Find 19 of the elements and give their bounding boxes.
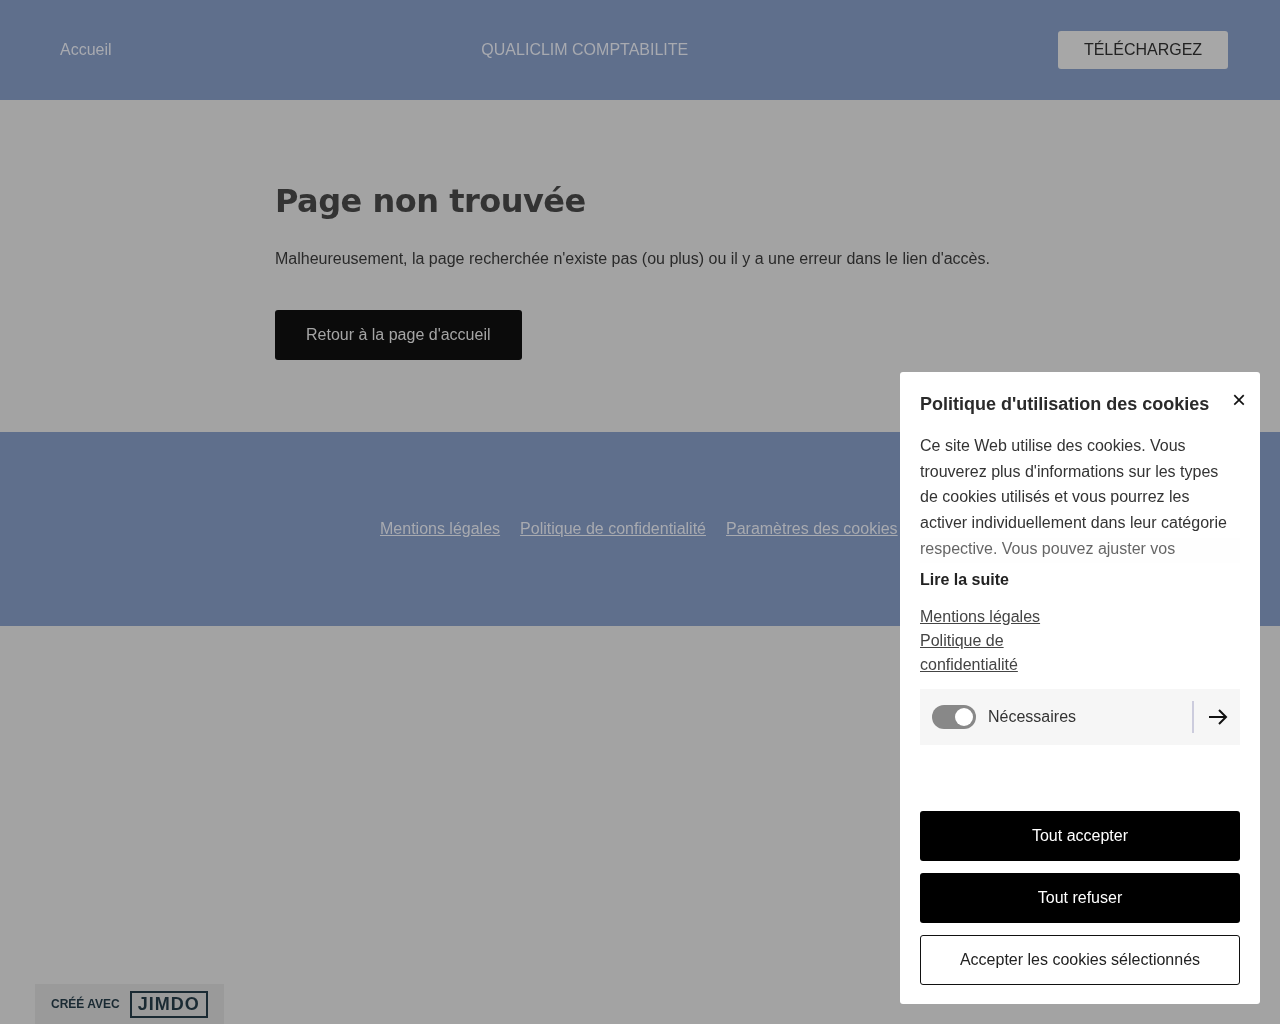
dialog-text: Ce site Web utilise des cookies. Vous trouverez plus d'informations sur les types de cookies utilisés et vous pourrez les activer individuellement dans leur catégorie respective. Vous pouvez ajuster vos bbox=[920, 436, 1228, 559]
jimdo-badge[interactable]: CRÉÉ AVEC JIMDO bbox=[35, 984, 224, 1024]
consent-button[interactable]: Tout refuser bbox=[920, 873, 1240, 923]
consent-button[interactable]: Tout accepter bbox=[920, 811, 1240, 861]
arrow-right-icon[interactable] bbox=[1192, 701, 1228, 733]
policy-link[interactable]: Politique de confidentialité bbox=[920, 629, 1100, 677]
brand-logo: JIMDO bbox=[129, 990, 208, 1018]
download-button[interactable]: TÉLÉCHARGEZ bbox=[1058, 31, 1228, 69]
policy-link[interactable]: Mentions légales bbox=[920, 605, 1041, 629]
category-label: Nécessaires bbox=[988, 708, 1078, 726]
site-title: QUALICLIM COMPTABILITE bbox=[481, 41, 689, 59]
accept-selected-button[interactable]: Accepter les cookies sélectionnés bbox=[920, 935, 1240, 985]
page-heading: Page non trouvée bbox=[275, 182, 587, 220]
home-button[interactable]: Retour à la page d'accueil bbox=[275, 310, 522, 360]
read-more-label: Lire la suite bbox=[920, 571, 1010, 589]
badge-label: CRÉÉ AVEC bbox=[51, 997, 120, 1011]
error-message: Malheureusement, la page recherchée n'existe pas (ou plus) ou il y a une erreur dans le lien d'accès. bbox=[275, 250, 990, 268]
close-button[interactable]: × bbox=[1232, 392, 1246, 408]
dialog-title: Politique d'utilisation des cookies bbox=[920, 394, 1210, 415]
